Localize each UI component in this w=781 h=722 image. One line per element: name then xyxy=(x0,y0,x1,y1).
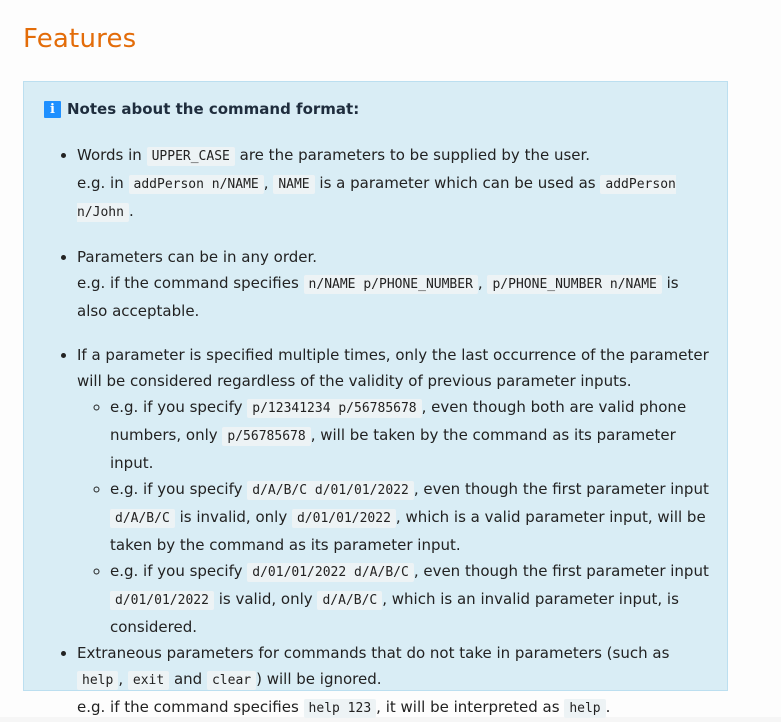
inline-code: d/A/B/C xyxy=(317,591,383,610)
text: e.g. in xyxy=(77,174,124,192)
page: Features i Notes about the command forma… xyxy=(0,0,781,718)
sub-list-item: e.g. if you specify d/A/B/C d/01/01/2022… xyxy=(110,476,713,558)
sub-list-item: e.g. if you specify p/12341234 p/5678567… xyxy=(110,394,713,476)
inline-code: d/A/B/C d/01/01/2022 xyxy=(247,481,414,500)
inline-code: d/A/B/C xyxy=(110,509,175,528)
text: is invalid, only xyxy=(179,508,288,526)
text: e.g. if you specify xyxy=(110,562,243,580)
inline-code: addPerson n/NAME xyxy=(128,175,264,194)
text: , it will be interpreted as xyxy=(376,698,560,716)
text: e.g. if you specify xyxy=(110,398,243,416)
inline-code: UPPER_CASE xyxy=(146,147,235,166)
list-item: Extraneous parameters for commands that … xyxy=(77,640,713,722)
text: Words in xyxy=(77,146,142,164)
inline-code: d/01/01/2022 xyxy=(291,509,396,528)
inline-code: n/NAME p/PHONE_NUMBER xyxy=(303,275,478,294)
notes-list: Words in UPPER_CASE are the parameters t… xyxy=(44,142,713,722)
notes-heading: Notes about the command format: xyxy=(67,100,360,118)
text: , xyxy=(118,670,124,688)
page-title: Features xyxy=(23,24,137,54)
text: , even though the first parameter input xyxy=(413,480,709,498)
text: are the parameters to be supplied by the… xyxy=(239,146,591,164)
inline-code: p/12341234 p/56785678 xyxy=(247,399,422,418)
inline-code: d/01/01/2022 xyxy=(110,591,214,610)
notes-box: i Notes about the command format: Words … xyxy=(23,81,728,718)
inline-code: help xyxy=(77,671,119,690)
text: e.g. if you specify xyxy=(110,480,243,498)
inline-code: clear xyxy=(206,671,257,690)
text: , xyxy=(477,274,483,292)
text: Parameters can be in any order. xyxy=(77,248,318,266)
text: e.g. if the command specifies xyxy=(77,698,299,716)
sub-list: e.g. if you specify p/12341234 p/5678567… xyxy=(77,394,713,640)
text: . xyxy=(128,202,134,220)
text: ) will be ignored. xyxy=(256,670,382,688)
info-icon: i xyxy=(44,100,61,118)
inline-code: help 123 xyxy=(303,699,377,718)
inline-code: p/PHONE_NUMBER n/NAME xyxy=(487,275,662,294)
text: e.g. if the command specifies xyxy=(77,274,299,292)
inline-code: p/56785678 xyxy=(222,427,311,446)
inline-code: d/01/01/2022 d/A/B/C xyxy=(247,563,414,582)
text: Extraneous parameters for commands that … xyxy=(77,644,670,662)
notes-header: i Notes about the command format: xyxy=(44,100,713,118)
text: , even though the first parameter input xyxy=(413,562,709,580)
list-item: Words in UPPER_CASE are the parameters t… xyxy=(77,142,713,226)
text: and xyxy=(173,670,203,688)
text: If a parameter is specified multiple tim… xyxy=(77,346,709,390)
text: is valid, only xyxy=(218,590,313,608)
text: , xyxy=(263,174,269,192)
inline-code: NAME xyxy=(273,175,315,194)
list-item: Parameters can be in any order. e.g. if … xyxy=(77,244,713,324)
list-item: If a parameter is specified multiple tim… xyxy=(77,342,713,640)
inline-code: help xyxy=(564,699,606,718)
text: is a parameter which can be used as xyxy=(319,174,596,192)
sub-list-item: e.g. if you specify d/01/01/2022 d/A/B/C… xyxy=(110,558,713,640)
inline-code: exit xyxy=(127,671,170,690)
text: . xyxy=(605,698,611,716)
